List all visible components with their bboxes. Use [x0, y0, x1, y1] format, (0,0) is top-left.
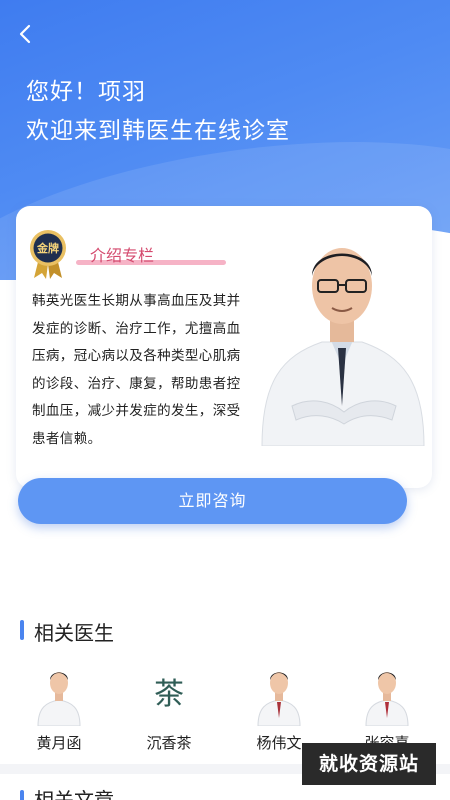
tea-logo-char: 茶 — [154, 677, 184, 712]
gold-medal-icon: 金牌 — [30, 230, 66, 279]
doctor-photo — [261, 248, 425, 446]
doctor-avatar-icon — [257, 672, 301, 726]
doctor-intro-card: 金牌 介绍专栏 韩英光医生长期从事高血压及其并发症的诊断、治疗工作，尤擅高血压病… — [16, 206, 432, 488]
doctor-name: 黄月函 — [36, 734, 82, 752]
section-marker — [20, 620, 24, 640]
badge-label: 金牌 — [36, 241, 59, 255]
doctor-item[interactable]: 黄月函 — [14, 660, 104, 760]
doctor-avatar-icon — [365, 672, 409, 726]
section-marker — [20, 790, 24, 800]
doctor-description: 韩英光医生长期从事高血压及其并发症的诊断、治疗工作，尤擅高血压病，冠心病以及各种… — [32, 293, 241, 447]
greeting-text: 您好！项羽 — [26, 79, 146, 105]
tea-logo-icon: 茶 — [154, 677, 184, 712]
column-title: 介绍专栏 — [90, 246, 155, 265]
chevron-left-icon — [19, 24, 31, 44]
consult-now-button[interactable]: 立即咨询 — [18, 478, 407, 524]
doctor-item[interactable]: 茶 沉香茶 — [124, 660, 214, 760]
doctor-name: 沉香茶 — [146, 734, 192, 752]
related-doctors-title: 相关医生 — [34, 621, 114, 645]
welcome-text: 欢迎来到韩医生在线诊室 — [26, 118, 290, 144]
watermark: 就收资源站 — [302, 743, 436, 785]
related-articles-title: 相关文章 — [34, 788, 114, 800]
back-button[interactable] — [14, 22, 38, 46]
doctor-avatar-icon — [37, 672, 81, 726]
